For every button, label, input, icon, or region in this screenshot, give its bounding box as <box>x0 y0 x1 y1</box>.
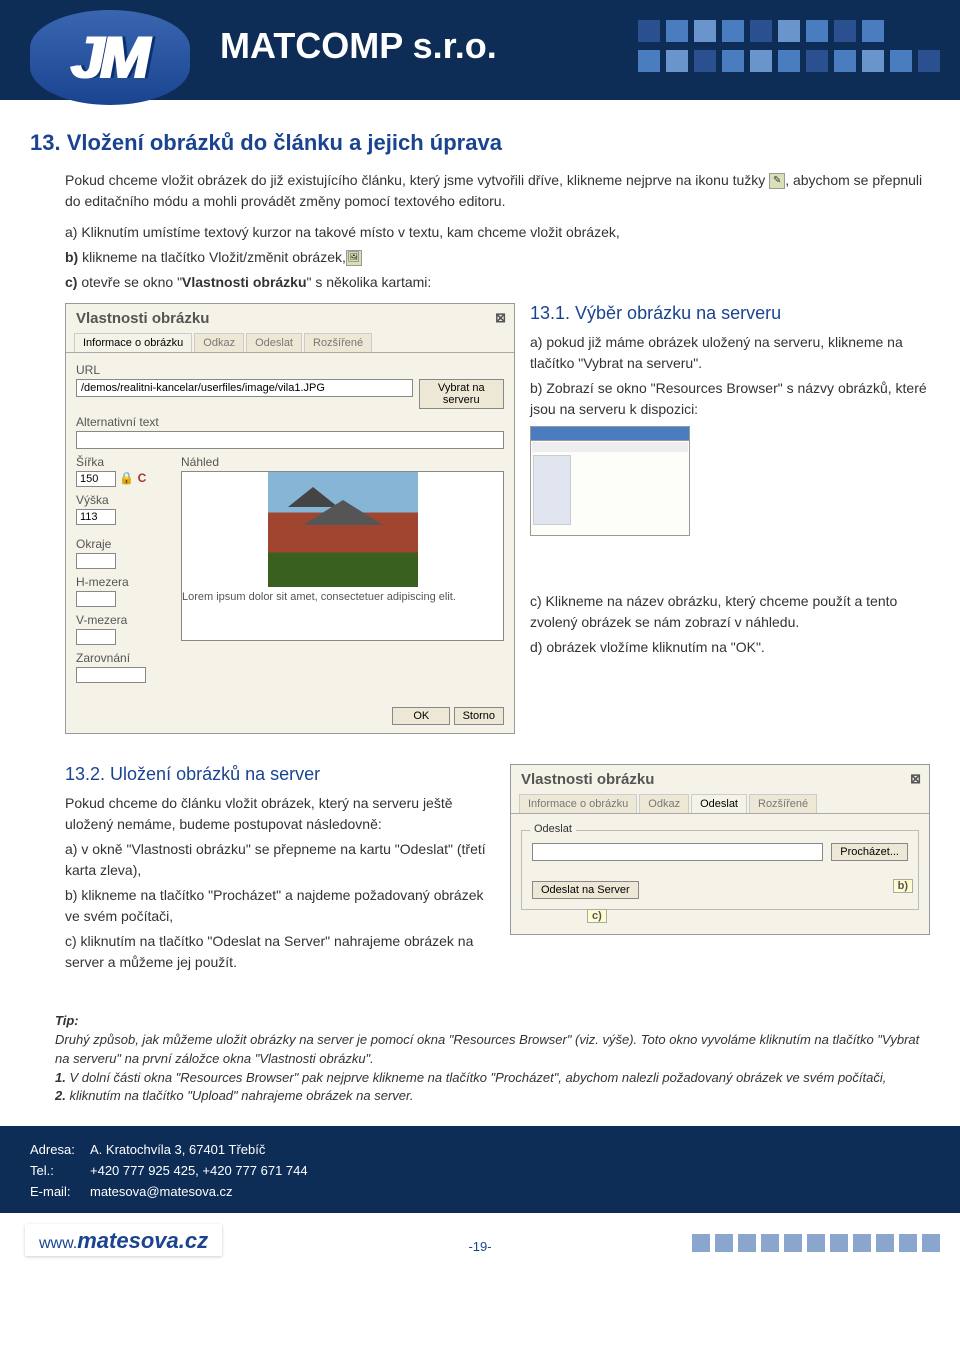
tab-link[interactable]: Odkaz <box>194 333 244 352</box>
sec132-a: a) v okně "Vlastnosti obrázku" se přepne… <box>65 839 490 881</box>
tab2-advanced[interactable]: Rozšířené <box>749 794 817 813</box>
sec131-c: c) Klikneme na název obrázku, který chce… <box>530 591 930 633</box>
tab2-info[interactable]: Informace o obrázku <box>519 794 637 813</box>
tip-line1: Druhý způsob, jak můžeme uložit obrázky … <box>55 1031 930 1069</box>
intro-c: c) otevře se okno "Vlastnosti obrázku" s… <box>65 272 930 293</box>
callout-c: c) <box>587 909 607 923</box>
upload-path-input[interactable] <box>532 843 823 861</box>
vspace-label: V-mezera <box>76 613 171 627</box>
tip-section: Tip: Druhý způsob, jak můžeme uložit obr… <box>55 1012 930 1106</box>
callout-b: b) <box>893 879 913 893</box>
browse-server-button[interactable]: Vybrat na serveru <box>419 379 505 409</box>
sec131-b: b) Zobrazí se okno "Resources Browser" s… <box>530 378 930 420</box>
lock-icon[interactable]: 🔒 <box>119 471 134 485</box>
sec132-intro: Pokud chceme do článku vložit obrázek, k… <box>65 793 490 835</box>
sec132-b: b) klikneme na tlačítko "Procházet" a na… <box>65 885 490 927</box>
dialog2-title: Vlastnosti obrázku ⊠ <box>511 765 929 794</box>
tab-advanced[interactable]: Rozšířené <box>304 333 372 352</box>
border-input[interactable] <box>76 553 116 569</box>
hspace-input[interactable] <box>76 591 116 607</box>
section-13-title: 13. Vložení obrázků do článku a jejich ú… <box>30 130 930 156</box>
page-number: -19- <box>468 1239 491 1254</box>
address-label: Adresa: <box>30 1140 90 1161</box>
width-label: Šířka <box>76 455 171 469</box>
align-input[interactable] <box>76 667 146 683</box>
logo-text: JM <box>72 23 147 92</box>
preview-box: Lorem ipsum dolor sit amet, consectetuer… <box>181 471 504 641</box>
sec132-c: c) kliknutím na tlačítko "Odeslat na Ser… <box>65 931 490 973</box>
footer: Adresa:A. Kratochvíla 3, 67401 Třebíč Te… <box>0 1126 960 1266</box>
section-13-1-row: Vlastnosti obrázku ⊠ Informace o obrázku… <box>30 303 930 734</box>
email-label: E-mail: <box>30 1182 90 1203</box>
dialog-tabs: Informace o obrázku Odkaz Odeslat Rozšíř… <box>66 333 514 353</box>
preview-image <box>268 472 418 587</box>
url-label: URL <box>76 363 504 377</box>
footer-band: Adresa:A. Kratochvíla 3, 67401 Třebíč Te… <box>0 1126 960 1212</box>
align-label: Zarovnání <box>76 651 171 665</box>
tip-line3: 2. kliknutím na tlačítko "Upload" nahraj… <box>55 1087 930 1106</box>
tel-label: Tel.: <box>30 1161 90 1182</box>
section-13-1-text: 13.1. Výběr obrázku na serveru a) pokud … <box>530 303 930 734</box>
intro-a: a) Kliknutím umístíme textový kurzor na … <box>65 222 930 243</box>
section-13-2-row: 13.2. Uložení obrázků na server Pokud ch… <box>30 764 930 977</box>
hspace-label: H-mezera <box>76 575 171 589</box>
border-label: Okraje <box>76 537 171 551</box>
reset-icon[interactable]: C <box>138 471 147 485</box>
vspace-input[interactable] <box>76 629 116 645</box>
tab2-send[interactable]: Odeslat <box>691 794 747 813</box>
height-label: Výška <box>76 493 171 507</box>
section-13-1-title: 13.1. Výběr obrázku na serveru <box>530 303 930 324</box>
dialog2-tabs: Informace o obrázku Odkaz Odeslat Rozšíř… <box>511 794 929 814</box>
email-value: matesova@matesova.cz <box>90 1184 233 1199</box>
footer-squares <box>692 1234 940 1252</box>
url-input[interactable] <box>76 379 413 397</box>
ok-button[interactable]: OK <box>392 707 450 725</box>
logo-oval: JM <box>30 10 190 105</box>
close-icon[interactable]: ⊠ <box>495 310 506 326</box>
header-bar: JM MATCOMP s.r.o. <box>0 0 960 100</box>
tip-line2: 1. V dolní části okna "Resources Browser… <box>55 1069 930 1088</box>
address-value: A. Kratochvíla 3, 67401 Třebíč <box>90 1142 265 1157</box>
fieldset-legend: Odeslat <box>530 823 576 835</box>
intro-b: b) klikneme na tlačítko Vložit/změnit ob… <box>65 247 930 268</box>
preview-label: Náhled <box>181 455 504 469</box>
footer-brand: www.matesova.cz <box>25 1224 222 1256</box>
lorem-text: Lorem ipsum dolor sit amet, consectetuer… <box>182 587 503 607</box>
header-squares <box>638 20 940 72</box>
section-13-2-title: 13.2. Uložení obrázků na server <box>65 764 490 785</box>
close-icon[interactable]: ⊠ <box>910 771 921 787</box>
width-input[interactable] <box>76 471 116 487</box>
height-input[interactable] <box>76 509 116 525</box>
dialog-title: Vlastnosti obrázku ⊠ <box>66 304 514 333</box>
browse-button[interactable]: Procházet... <box>831 843 908 861</box>
pencil-icon: ✎ <box>769 173 785 189</box>
content: 13. Vložení obrázků do článku a jejich ú… <box>0 100 960 987</box>
image-insert-icon: 🖼 <box>346 250 362 266</box>
tel-value: +420 777 925 425, +420 777 671 744 <box>90 1163 308 1178</box>
alt-input[interactable] <box>76 431 504 449</box>
tip-label: Tip: <box>55 1013 79 1028</box>
resources-browser-thumbnail <box>530 426 690 536</box>
cancel-button[interactable]: Storno <box>454 707 504 725</box>
brand-name: MATCOMP s.r.o. <box>220 25 497 67</box>
send-to-server-button[interactable]: Odeslat na Server <box>532 881 639 899</box>
intro-paragraph: Pokud chceme vložit obrázek do již exist… <box>65 170 930 212</box>
tab-send[interactable]: Odeslat <box>246 333 302 352</box>
sec131-a: a) pokud již máme obrázek uložený na ser… <box>530 332 930 374</box>
sec131-d: d) obrázek vložíme kliknutím na "OK". <box>530 637 930 658</box>
tab2-link[interactable]: Odkaz <box>639 794 689 813</box>
alt-label: Alternativní text <box>76 415 504 429</box>
tab-info[interactable]: Informace o obrázku <box>74 333 192 352</box>
image-properties-dialog: Vlastnosti obrázku ⊠ Informace o obrázku… <box>65 303 515 734</box>
image-properties-dialog-2: Vlastnosti obrázku ⊠ Informace o obrázku… <box>510 764 930 935</box>
